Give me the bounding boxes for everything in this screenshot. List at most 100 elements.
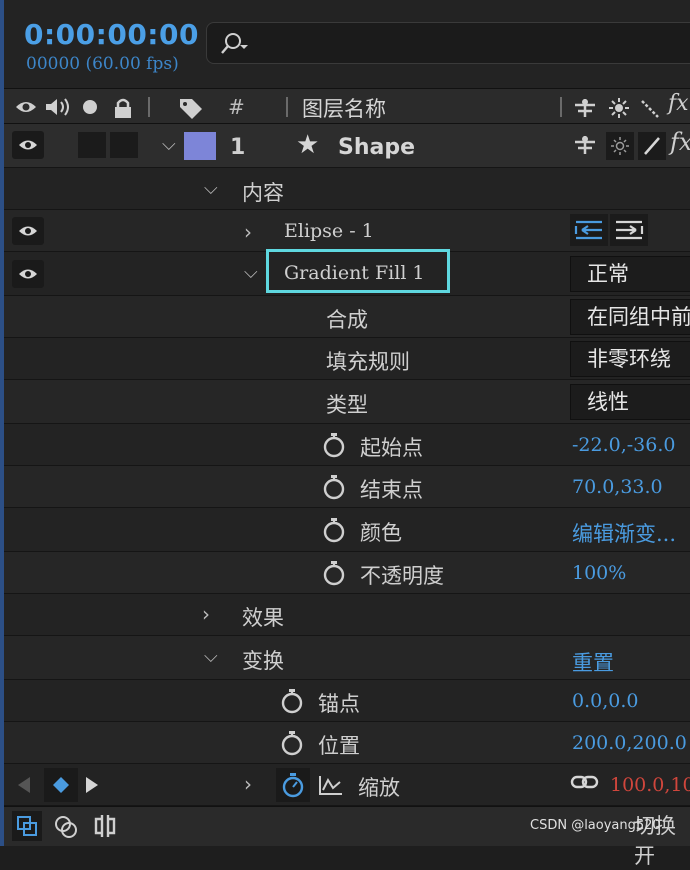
- brackets-icon[interactable]: [92, 813, 118, 839]
- stopwatch-icon[interactable]: [322, 560, 346, 586]
- stopwatch-icon[interactable]: [322, 432, 346, 458]
- keyframe-toggle[interactable]: [44, 768, 78, 802]
- eye-icon: [19, 269, 37, 279]
- type-dropdown[interactable]: 线性: [570, 384, 690, 420]
- edit-gradient-link[interactable]: 编辑渐变...: [572, 518, 676, 548]
- chevron-down-icon[interactable]: ⌵: [244, 262, 258, 283]
- keyframe-diamond-icon: [53, 777, 69, 793]
- layer-visibility-toggle[interactable]: [12, 131, 44, 159]
- audio-switch[interactable]: [78, 132, 106, 158]
- ellipse-row[interactable]: › Elipse - 1: [4, 210, 690, 252]
- eye-icon: [19, 140, 37, 150]
- comp-button[interactable]: [12, 811, 42, 841]
- start-point-label: 起始点: [360, 436, 423, 460]
- stopwatch-toggle-active[interactable]: [276, 768, 310, 802]
- colors-row: 颜色 编辑渐变...: [4, 508, 690, 552]
- audio-speaker-icon[interactable]: [44, 97, 72, 117]
- contents-row[interactable]: ⌵ 内容: [4, 168, 690, 210]
- scale-value[interactable]: 100.0,100: [610, 774, 690, 796]
- anchor-value[interactable]: 0.0,0.0: [572, 690, 638, 712]
- column-header-row: # 图层名称 fx: [4, 88, 690, 124]
- opacity-value[interactable]: 100%: [572, 562, 626, 584]
- transform-row[interactable]: ⌵ 变换 重置: [4, 636, 690, 680]
- layer-name-column-header[interactable]: 图层名称: [302, 93, 386, 123]
- path-direction-button[interactable]: [610, 214, 648, 246]
- collapse-sun-icon: [611, 137, 629, 155]
- collapse-sun-icon[interactable]: [608, 97, 630, 119]
- overlap-circles-icon[interactable]: [54, 815, 78, 839]
- search-input[interactable]: [206, 22, 690, 64]
- contents-label: 内容: [242, 181, 284, 205]
- chevron-down-icon[interactable]: ⌵: [204, 646, 218, 667]
- ellipse-group-name[interactable]: Elipse - 1: [284, 220, 374, 242]
- quality-switch[interactable]: [638, 132, 666, 160]
- fill-rule-label: 填充规则: [326, 350, 410, 374]
- position-value[interactable]: 200.0,200.0: [572, 732, 687, 754]
- chevron-right-icon[interactable]: ›: [244, 220, 252, 244]
- solo-dot-icon[interactable]: [82, 99, 98, 115]
- stopwatch-icon[interactable]: [280, 688, 304, 714]
- type-label: 类型: [326, 393, 368, 417]
- type-row: 类型 线性: [4, 380, 690, 424]
- gradient-fill-row[interactable]: ⌵ Gradient Fill 1 正常: [4, 249, 690, 296]
- blend-mode-dropdown[interactable]: 正常: [570, 256, 690, 292]
- arrows-left-icon: [574, 220, 602, 240]
- previous-keyframe-icon[interactable]: [16, 776, 32, 794]
- layer-number: 1: [230, 135, 246, 160]
- end-point-label: 结束点: [360, 478, 423, 502]
- effects-row[interactable]: › 效果: [4, 594, 690, 636]
- chevron-right-icon[interactable]: ›: [244, 772, 252, 796]
- stopwatch-icon[interactable]: [322, 517, 346, 543]
- stopwatch-icon[interactable]: [280, 730, 304, 756]
- shy-switch-icon[interactable]: [572, 97, 598, 119]
- number-column-header[interactable]: #: [228, 95, 245, 119]
- gradient-visibility-toggle[interactable]: [12, 260, 44, 288]
- layer-label-color[interactable]: [184, 132, 216, 160]
- layers-stack-icon: [17, 816, 37, 836]
- position-row: 位置 200.0,200.0: [4, 722, 690, 764]
- composite-row: 合成 在同组中前: [4, 296, 690, 338]
- layer-name[interactable]: Shape: [338, 135, 415, 160]
- header-divider: [148, 97, 150, 117]
- ellipse-visibility-toggle[interactable]: [12, 217, 44, 245]
- collapse-switch[interactable]: [606, 132, 634, 160]
- layer-row[interactable]: ⌵ 1 ★ Shape fx: [4, 124, 690, 168]
- solo-switch[interactable]: [110, 132, 138, 158]
- chevron-down-icon[interactable]: ⌵: [162, 134, 176, 155]
- stopwatch-icon[interactable]: [322, 474, 346, 500]
- fill-rule-row: 填充规则 非零环绕: [4, 338, 690, 380]
- gradient-fill-name[interactable]: Gradient Fill 1: [284, 262, 425, 284]
- lock-icon[interactable]: [112, 97, 134, 119]
- next-keyframe-icon[interactable]: [84, 776, 100, 794]
- stopwatch-icon: [282, 773, 304, 798]
- shy-switch-icon[interactable]: [572, 134, 598, 156]
- eye-icon: [19, 226, 37, 236]
- effects-fx-icon[interactable]: fx: [668, 91, 689, 116]
- search-icon[interactable]: [219, 31, 249, 57]
- quality-slash-icon[interactable]: [640, 97, 660, 119]
- end-point-value[interactable]: 70.0,33.0: [572, 476, 663, 498]
- fill-rule-dropdown[interactable]: 非零环绕: [570, 341, 690, 377]
- arrows-right-icon: [616, 220, 644, 240]
- label-tag-icon[interactable]: [178, 97, 206, 119]
- anchor-row: 锚点 0.0,0.0: [4, 680, 690, 722]
- composite-dropdown[interactable]: 在同组中前: [570, 299, 690, 335]
- header-divider: [560, 97, 562, 117]
- path-direction-button-active[interactable]: [570, 214, 608, 246]
- frame-rate-display: 00000 (60.00 fps): [26, 54, 179, 74]
- constrain-proportions-link-icon[interactable]: [570, 772, 600, 792]
- start-point-value[interactable]: -22.0,-36.0: [572, 434, 676, 456]
- chevron-down-icon[interactable]: ⌵: [204, 178, 218, 199]
- video-eye-icon[interactable]: [14, 97, 38, 117]
- quality-slash-icon: [644, 137, 660, 155]
- chevron-right-icon[interactable]: ›: [202, 602, 210, 626]
- current-time-display[interactable]: 0:00:00:00: [24, 18, 199, 51]
- opacity-label: 不透明度: [360, 564, 444, 588]
- transform-reset-link[interactable]: 重置: [572, 647, 614, 677]
- transform-label: 变换: [242, 649, 284, 673]
- graph-icon[interactable]: [318, 774, 344, 796]
- scale-label: 缩放: [358, 776, 400, 800]
- colors-label: 颜色: [360, 521, 402, 545]
- position-label: 位置: [318, 734, 360, 758]
- effects-fx-icon[interactable]: fx: [670, 128, 690, 156]
